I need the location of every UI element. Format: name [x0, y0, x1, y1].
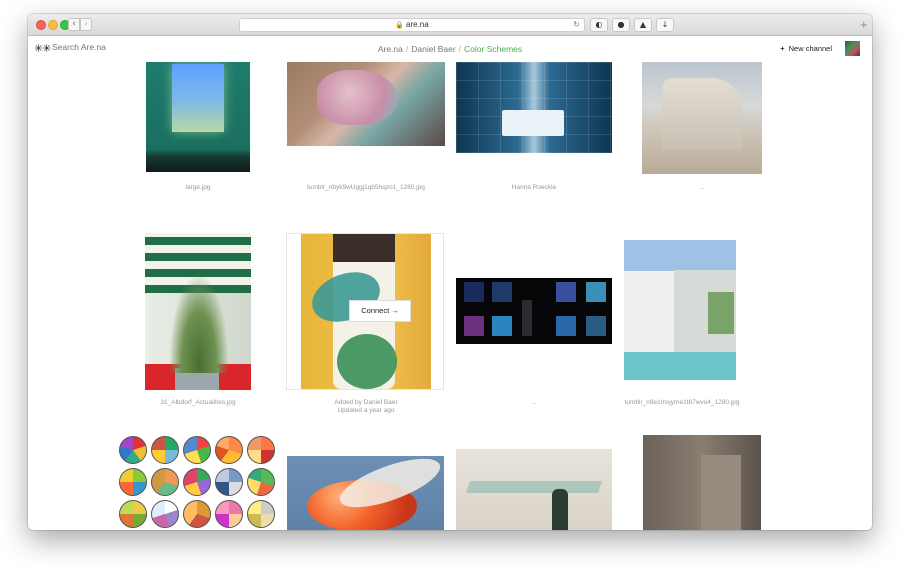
search-input[interactable] — [52, 42, 172, 52]
avatar[interactable] — [845, 41, 860, 56]
breadcrumb-channel-link[interactable]: Color Schemes — [464, 44, 522, 54]
plus-icon: + — [780, 44, 785, 53]
block-caption: tumblr_n9e1msjyme1t87wvo4_1280.jpg — [624, 399, 740, 406]
image-block[interactable] — [643, 435, 761, 530]
browser-toolbar: ‹ › 🔒 are.na ↻ ◐ ● ▲ ↓ + — [28, 14, 872, 36]
image-detail — [492, 316, 512, 336]
address-bar[interactable]: 🔒 are.na ↻ — [239, 18, 585, 32]
image-block-photo: Connect → — [301, 234, 431, 389]
forward-button[interactable]: › — [80, 18, 92, 31]
image-detail — [556, 282, 576, 302]
image-detail — [175, 368, 219, 390]
block-caption: Hanna Roeckle — [511, 184, 557, 191]
image-detail — [183, 500, 211, 528]
image-detail — [586, 282, 606, 302]
image-detail — [492, 282, 512, 302]
image-detail — [215, 468, 243, 496]
warning-extension-icon[interactable]: ▲ — [634, 18, 652, 32]
connect-button[interactable]: Connect → — [349, 300, 411, 322]
image-detail — [586, 316, 606, 336]
image-detail — [464, 316, 484, 336]
app-header: ✳✳ Are.na/Daniel Baer/Color Schemes +New… — [28, 36, 872, 62]
image-detail — [522, 300, 532, 336]
image-detail — [151, 468, 179, 496]
image-detail — [464, 282, 484, 302]
extension-icon[interactable]: ◐ — [590, 18, 608, 32]
download-icon[interactable]: ↓ — [656, 18, 674, 32]
image-block-hovered[interactable]: Connect → — [286, 233, 444, 390]
image-block[interactable] — [642, 62, 762, 174]
image-detail — [119, 436, 147, 464]
image-block[interactable] — [456, 62, 612, 153]
image-detail — [119, 500, 147, 528]
breadcrumb-separator: / — [405, 44, 409, 54]
image-detail — [151, 500, 179, 528]
image-block[interactable] — [287, 62, 445, 146]
image-detail — [119, 468, 147, 496]
image-detail — [215, 500, 243, 528]
url-text: are.na — [406, 20, 429, 29]
block-caption: Added by Daniel Baer — [334, 399, 398, 406]
arena-logo-icon[interactable]: ✳✳ — [34, 42, 51, 55]
image-block[interactable] — [145, 233, 251, 390]
chat-extension-icon[interactable]: ● — [612, 18, 630, 32]
image-block[interactable] — [146, 62, 250, 172]
reload-icon[interactable]: ↻ — [573, 19, 580, 31]
block-caption: tumblr_nbyk9wUggj1qb5hqzo1_1280.jpg — [307, 184, 425, 191]
lock-icon: 🔒 — [395, 22, 405, 29]
new-channel-button[interactable]: + New channel — [780, 44, 832, 53]
image-block[interactable] — [119, 436, 279, 530]
breadcrumb-separator: / — [458, 44, 462, 54]
breadcrumb-site-link[interactable]: Are.na — [378, 44, 403, 54]
minimize-window-button[interactable] — [48, 20, 58, 30]
channel-grid: large.jpg tumblr_nbyk9wUggj1qb5hqzo1_128… — [28, 62, 872, 530]
image-detail — [247, 500, 275, 528]
image-detail — [183, 468, 211, 496]
image-detail — [151, 436, 179, 464]
back-button[interactable]: ‹ — [68, 18, 80, 31]
image-block[interactable] — [287, 456, 444, 530]
block-caption: ... — [699, 184, 705, 191]
image-block[interactable] — [456, 278, 612, 344]
image-block[interactable] — [456, 449, 612, 530]
breadcrumb-user-link[interactable]: Daniel Baer — [411, 44, 455, 54]
image-detail — [183, 436, 211, 464]
new-channel-label: New channel — [788, 44, 832, 53]
block-updated-time: Updated a year ago — [337, 407, 395, 414]
new-tab-button[interactable]: + — [860, 20, 868, 31]
image-detail — [247, 436, 275, 464]
browser-window: ‹ › 🔒are.na ↻ ◐ ● ▲ ↓ + ✳✳ Are.na/Daniel… — [28, 14, 872, 530]
image-detail — [215, 436, 243, 464]
close-window-button[interactable] — [36, 20, 46, 30]
block-caption: 31_Albdorf_Actualities.jpg — [160, 399, 236, 406]
image-block[interactable] — [624, 240, 736, 380]
block-caption: large.jpg — [185, 184, 211, 191]
image-detail — [556, 316, 576, 336]
image-detail — [247, 468, 275, 496]
